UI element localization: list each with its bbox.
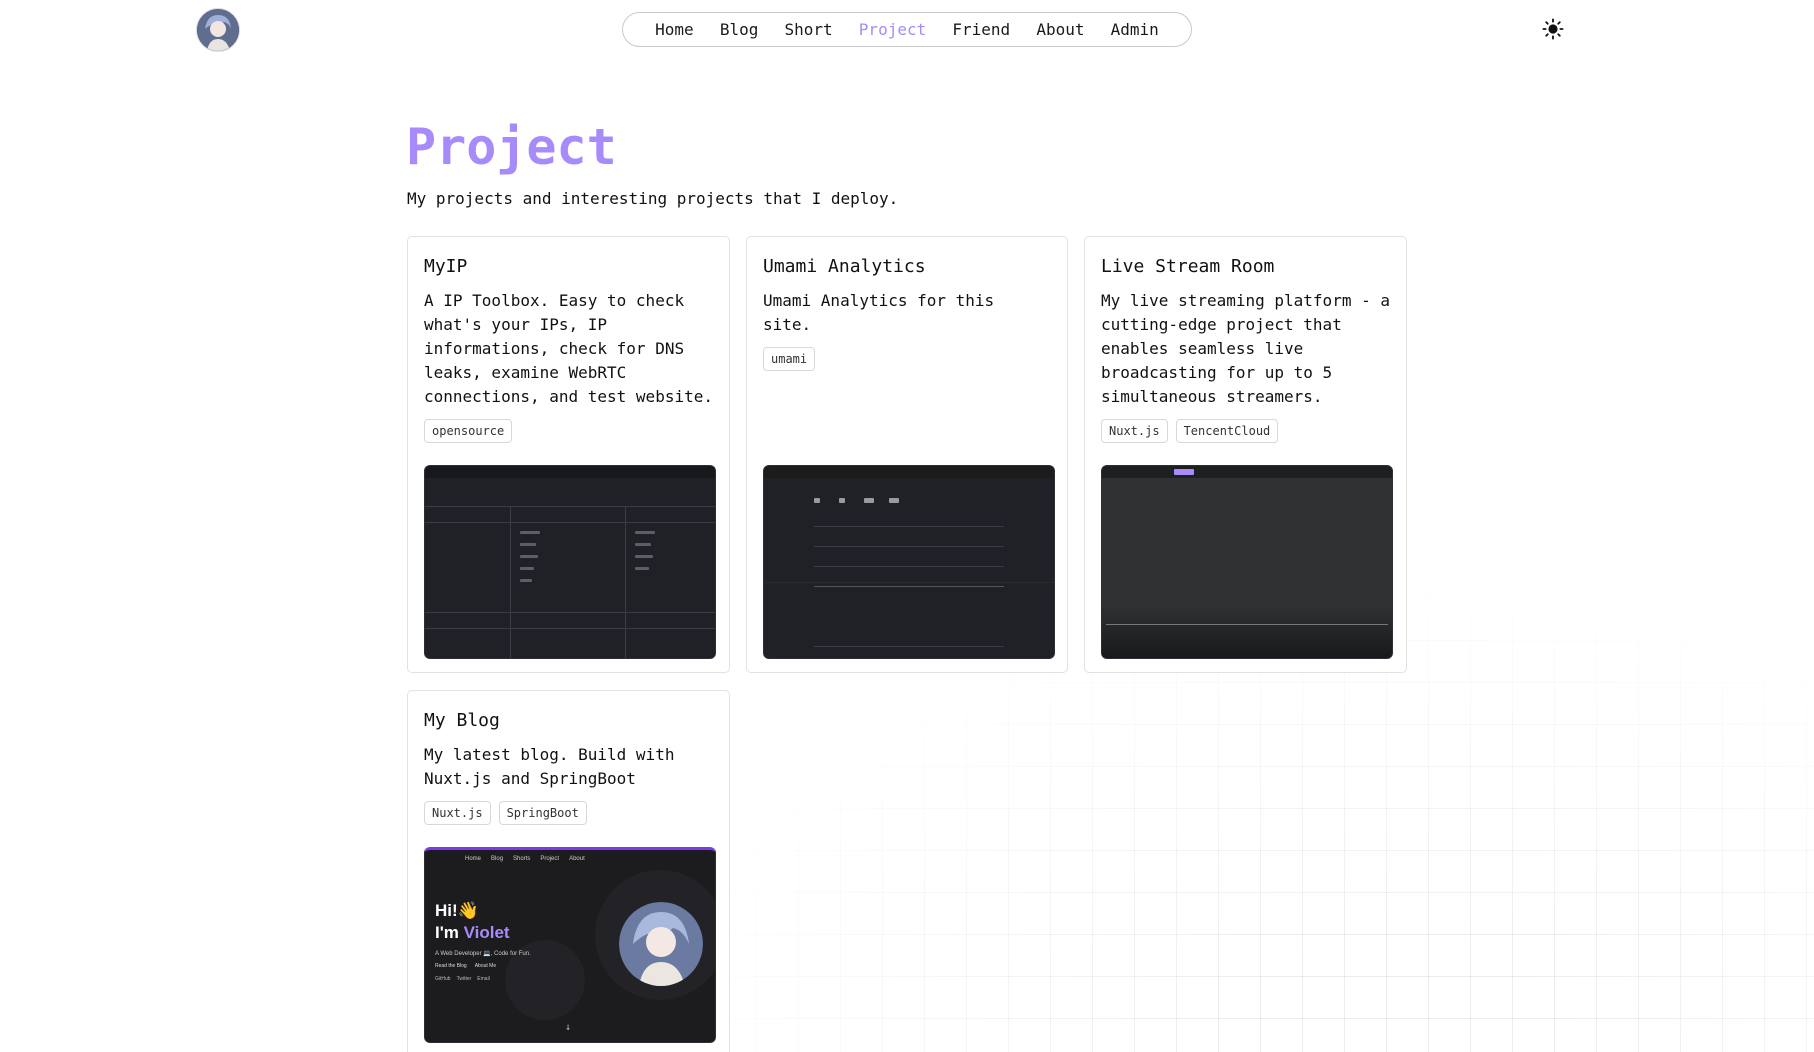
blog-preview-nav-item: Project xyxy=(540,856,560,862)
screenshot-divider xyxy=(625,506,626,658)
screenshot-text xyxy=(520,567,534,570)
blog-preview-button: Read the Blog xyxy=(435,963,467,969)
project-screenshot-myblog[interactable]: Home Blog Shorts Project About Hi!👋 I'm … xyxy=(424,847,716,1043)
nav-short[interactable]: Short xyxy=(784,20,832,39)
project-tags: Nuxt.js SpringBoot xyxy=(424,801,713,825)
tag: umami xyxy=(763,347,816,371)
project-description: My live streaming platform - a cutting-e… xyxy=(1101,291,1390,406)
screenshot-topbar xyxy=(425,466,715,478)
nav-about[interactable]: About xyxy=(1036,20,1084,39)
nav-project[interactable]: Project xyxy=(859,20,926,39)
nav-admin[interactable]: Admin xyxy=(1111,20,1159,39)
blog-preview-links: GitHub Twitter Email xyxy=(435,976,490,982)
project-tags: opensource xyxy=(424,419,713,443)
project-tags: umami xyxy=(763,347,1051,371)
screenshot-divider xyxy=(764,582,1054,583)
screenshot-divider xyxy=(425,506,715,507)
screenshot-text xyxy=(635,531,655,534)
nav-friend[interactable]: Friend xyxy=(952,20,1010,39)
project-screenshot-livestream[interactable] xyxy=(1101,465,1393,659)
page-title: Project xyxy=(406,118,617,176)
screenshot-text xyxy=(520,579,532,582)
tag: opensource xyxy=(424,419,513,443)
screenshot-metric xyxy=(864,498,874,503)
site-avatar[interactable] xyxy=(196,8,240,52)
avatar-illustration xyxy=(197,9,239,51)
project-description: Umami Analytics for this site. xyxy=(763,291,995,334)
blog-preview-link: Twitter xyxy=(456,976,472,982)
screenshot-text xyxy=(520,531,540,534)
screenshot-gridline xyxy=(814,646,1004,647)
blog-preview-nav-item: Home xyxy=(465,856,482,862)
screenshot-gridline xyxy=(814,546,1004,547)
screenshot-progress xyxy=(1106,624,1388,625)
blog-preview-link: GitHub xyxy=(435,976,451,982)
project-description: My latest blog. Build with Nuxt.js and S… xyxy=(424,745,675,788)
screenshot-divider xyxy=(425,522,715,523)
project-title: Umami Analytics xyxy=(763,256,926,277)
blog-preview-avatar xyxy=(619,902,703,986)
screenshot-metric xyxy=(889,498,899,503)
screenshot-active-tab xyxy=(1174,469,1194,475)
blog-preview-nav-item: Blog xyxy=(491,856,504,862)
screenshot-text xyxy=(520,543,536,546)
blog-preview-heading: Hi!👋 I'm Violet xyxy=(435,900,510,944)
project-title: My Blog xyxy=(424,710,500,731)
sun-icon xyxy=(1542,18,1564,40)
theme-toggle-button[interactable] xyxy=(1541,17,1565,41)
tag: Nuxt.js xyxy=(424,801,491,825)
project-tags: Nuxt.js TencentCloud xyxy=(1101,419,1390,443)
tag: TencentCloud xyxy=(1175,419,1279,443)
blog-preview-nav-item: Shorts xyxy=(513,856,531,862)
blog-preview-buttons: Read the Blog About Me xyxy=(435,963,496,969)
screenshot-topbar xyxy=(1102,466,1392,478)
screenshot-metric xyxy=(814,498,820,503)
blog-preview-name: Violet xyxy=(463,923,510,942)
tag: SpringBoot xyxy=(498,801,587,825)
screenshot-gridline xyxy=(814,526,1004,527)
project-screenshot-myip[interactable] xyxy=(424,465,716,659)
blog-preview-intro: I'm Violet xyxy=(435,922,510,944)
screenshot-divider xyxy=(425,612,715,613)
screenshot-topbar xyxy=(764,466,1054,478)
blog-preview-im: I'm xyxy=(435,923,464,942)
nav-blog[interactable]: Blog xyxy=(720,20,759,39)
project-description: A IP Toolbox. Easy to check what's your … xyxy=(424,291,713,406)
screenshot-divider xyxy=(510,506,511,658)
screenshot-text xyxy=(520,555,538,558)
project-title: Live Stream Room xyxy=(1101,256,1275,277)
blog-preview-avatar-illustration xyxy=(619,902,703,986)
blog-preview-nav: Home Blog Shorts Project About xyxy=(465,856,585,862)
blog-preview-link: Email xyxy=(477,976,490,982)
screenshot-text xyxy=(635,555,653,558)
blog-preview-tagline: A Web Developer 💻, Code for Fun. xyxy=(435,951,531,957)
main-nav: Home Blog Short Project Friend About Adm… xyxy=(622,12,1192,47)
blog-preview-nav-item: About xyxy=(569,856,585,862)
page-subtitle: My projects and interesting projects tha… xyxy=(407,189,899,208)
screenshot-text xyxy=(635,543,651,546)
screenshot-text xyxy=(635,567,649,570)
project-screenshot-umami[interactable] xyxy=(763,465,1055,659)
tag: Nuxt.js xyxy=(1101,419,1168,443)
blog-preview-button: About Me xyxy=(474,963,497,969)
screenshot-metric xyxy=(839,498,845,503)
blog-preview-greeting: Hi!👋 xyxy=(435,901,479,920)
screenshot-divider xyxy=(425,628,715,629)
screenshot-gridline xyxy=(814,566,1004,567)
project-title: MyIP xyxy=(424,256,468,277)
screenshot-player-controls xyxy=(1102,606,1392,658)
screenshot-gridline xyxy=(814,586,1004,587)
scroll-down-icon: ↓ xyxy=(565,1022,572,1033)
nav-home[interactable]: Home xyxy=(655,20,694,39)
